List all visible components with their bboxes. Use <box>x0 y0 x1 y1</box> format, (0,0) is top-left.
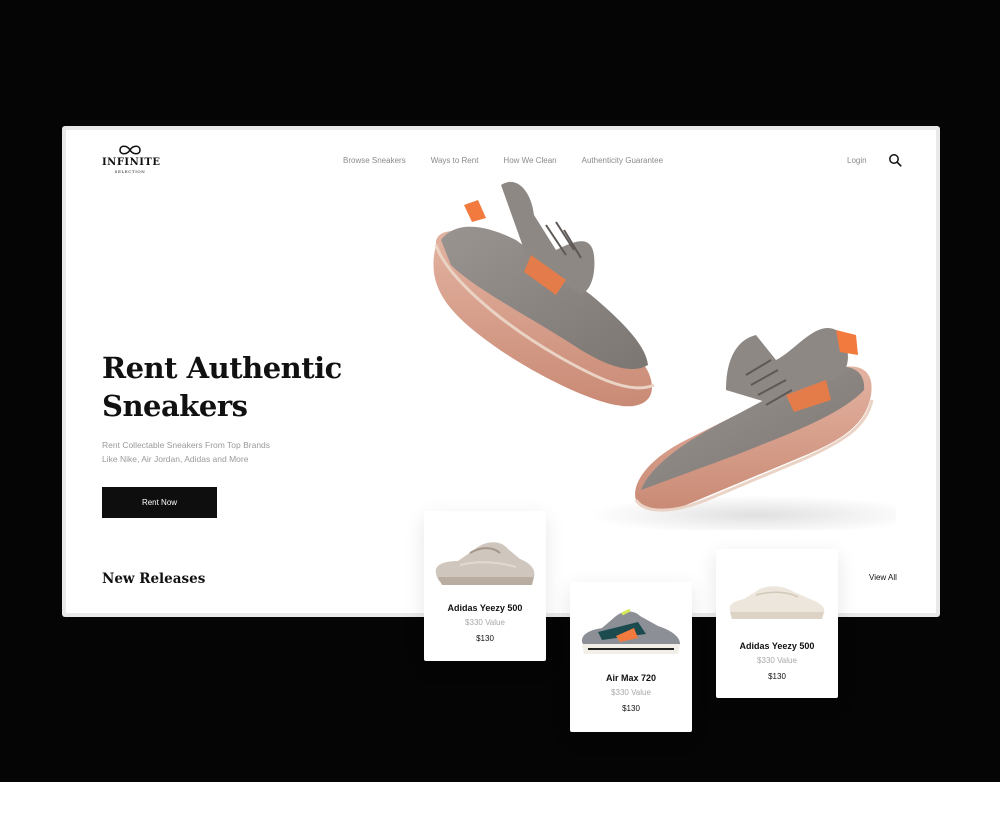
product-card[interactable]: Adidas Yeezy 500 $330 Value $130 <box>424 511 546 661</box>
view-all-link[interactable]: View All <box>869 573 897 582</box>
nav-item-browse-sneakers[interactable]: Browse Sneakers <box>343 156 406 165</box>
product-name: Adidas Yeezy 500 <box>447 603 523 613</box>
infinity-icon <box>119 145 141 155</box>
product-card[interactable]: Air Max 720 $330 Value $130 <box>570 582 692 732</box>
sneaker-thumbnail <box>729 586 825 619</box>
hero-subtitle-line1: Rent Collectable Sneakers From Top Brand… <box>102 440 271 450</box>
hero-title-line1: Rent Authentic <box>102 351 342 385</box>
sneaker-thumbnail <box>581 608 680 654</box>
product-price: $130 <box>622 704 640 713</box>
nav-item-ways-to-rent[interactable]: Ways to Rent <box>431 156 479 165</box>
product-name: Air Max 720 <box>605 673 657 683</box>
product-price: $130 <box>768 672 786 681</box>
login-link[interactable]: Login <box>847 156 867 165</box>
new-releases-heading: New Releases <box>102 571 206 587</box>
rent-now-button[interactable]: Rent Now <box>102 487 217 518</box>
product-value: $330 Value <box>465 618 505 627</box>
sneaker-thumbnail <box>435 542 535 585</box>
main-nav: Browse Sneakers Ways to Rent How We Clea… <box>343 156 688 165</box>
hero-title-line2: Sneakers <box>102 389 248 423</box>
product-name: Adidas Yeezy 500 <box>739 641 815 651</box>
brand-name: INFINITE <box>102 157 161 168</box>
hero-title: Rent Authentic Sneakers <box>102 349 362 425</box>
product-price: $130 <box>476 634 494 643</box>
brand-logo[interactable]: INFINITE SELECTION <box>102 144 161 174</box>
brand-tagline: SELECTION <box>114 169 146 174</box>
hero-subtitle-line2: Like Nike, Air Jordan, Adidas and More <box>102 454 249 464</box>
product-card[interactable]: Adidas Yeezy 500 $330 Value $130 <box>716 549 838 698</box>
hero-sneakers-image <box>433 181 896 530</box>
nav-item-authenticity-guarantee[interactable]: Authenticity Guarantee <box>582 156 663 165</box>
search-icon[interactable] <box>888 153 902 167</box>
hero-subtitle: Rent Collectable Sneakers From Top Brand… <box>102 438 322 466</box>
nav-item-how-we-clean[interactable]: How We Clean <box>503 156 556 165</box>
product-value: $330 Value <box>611 688 651 697</box>
product-value: $330 Value <box>757 656 797 665</box>
sneaker-left <box>433 181 655 407</box>
